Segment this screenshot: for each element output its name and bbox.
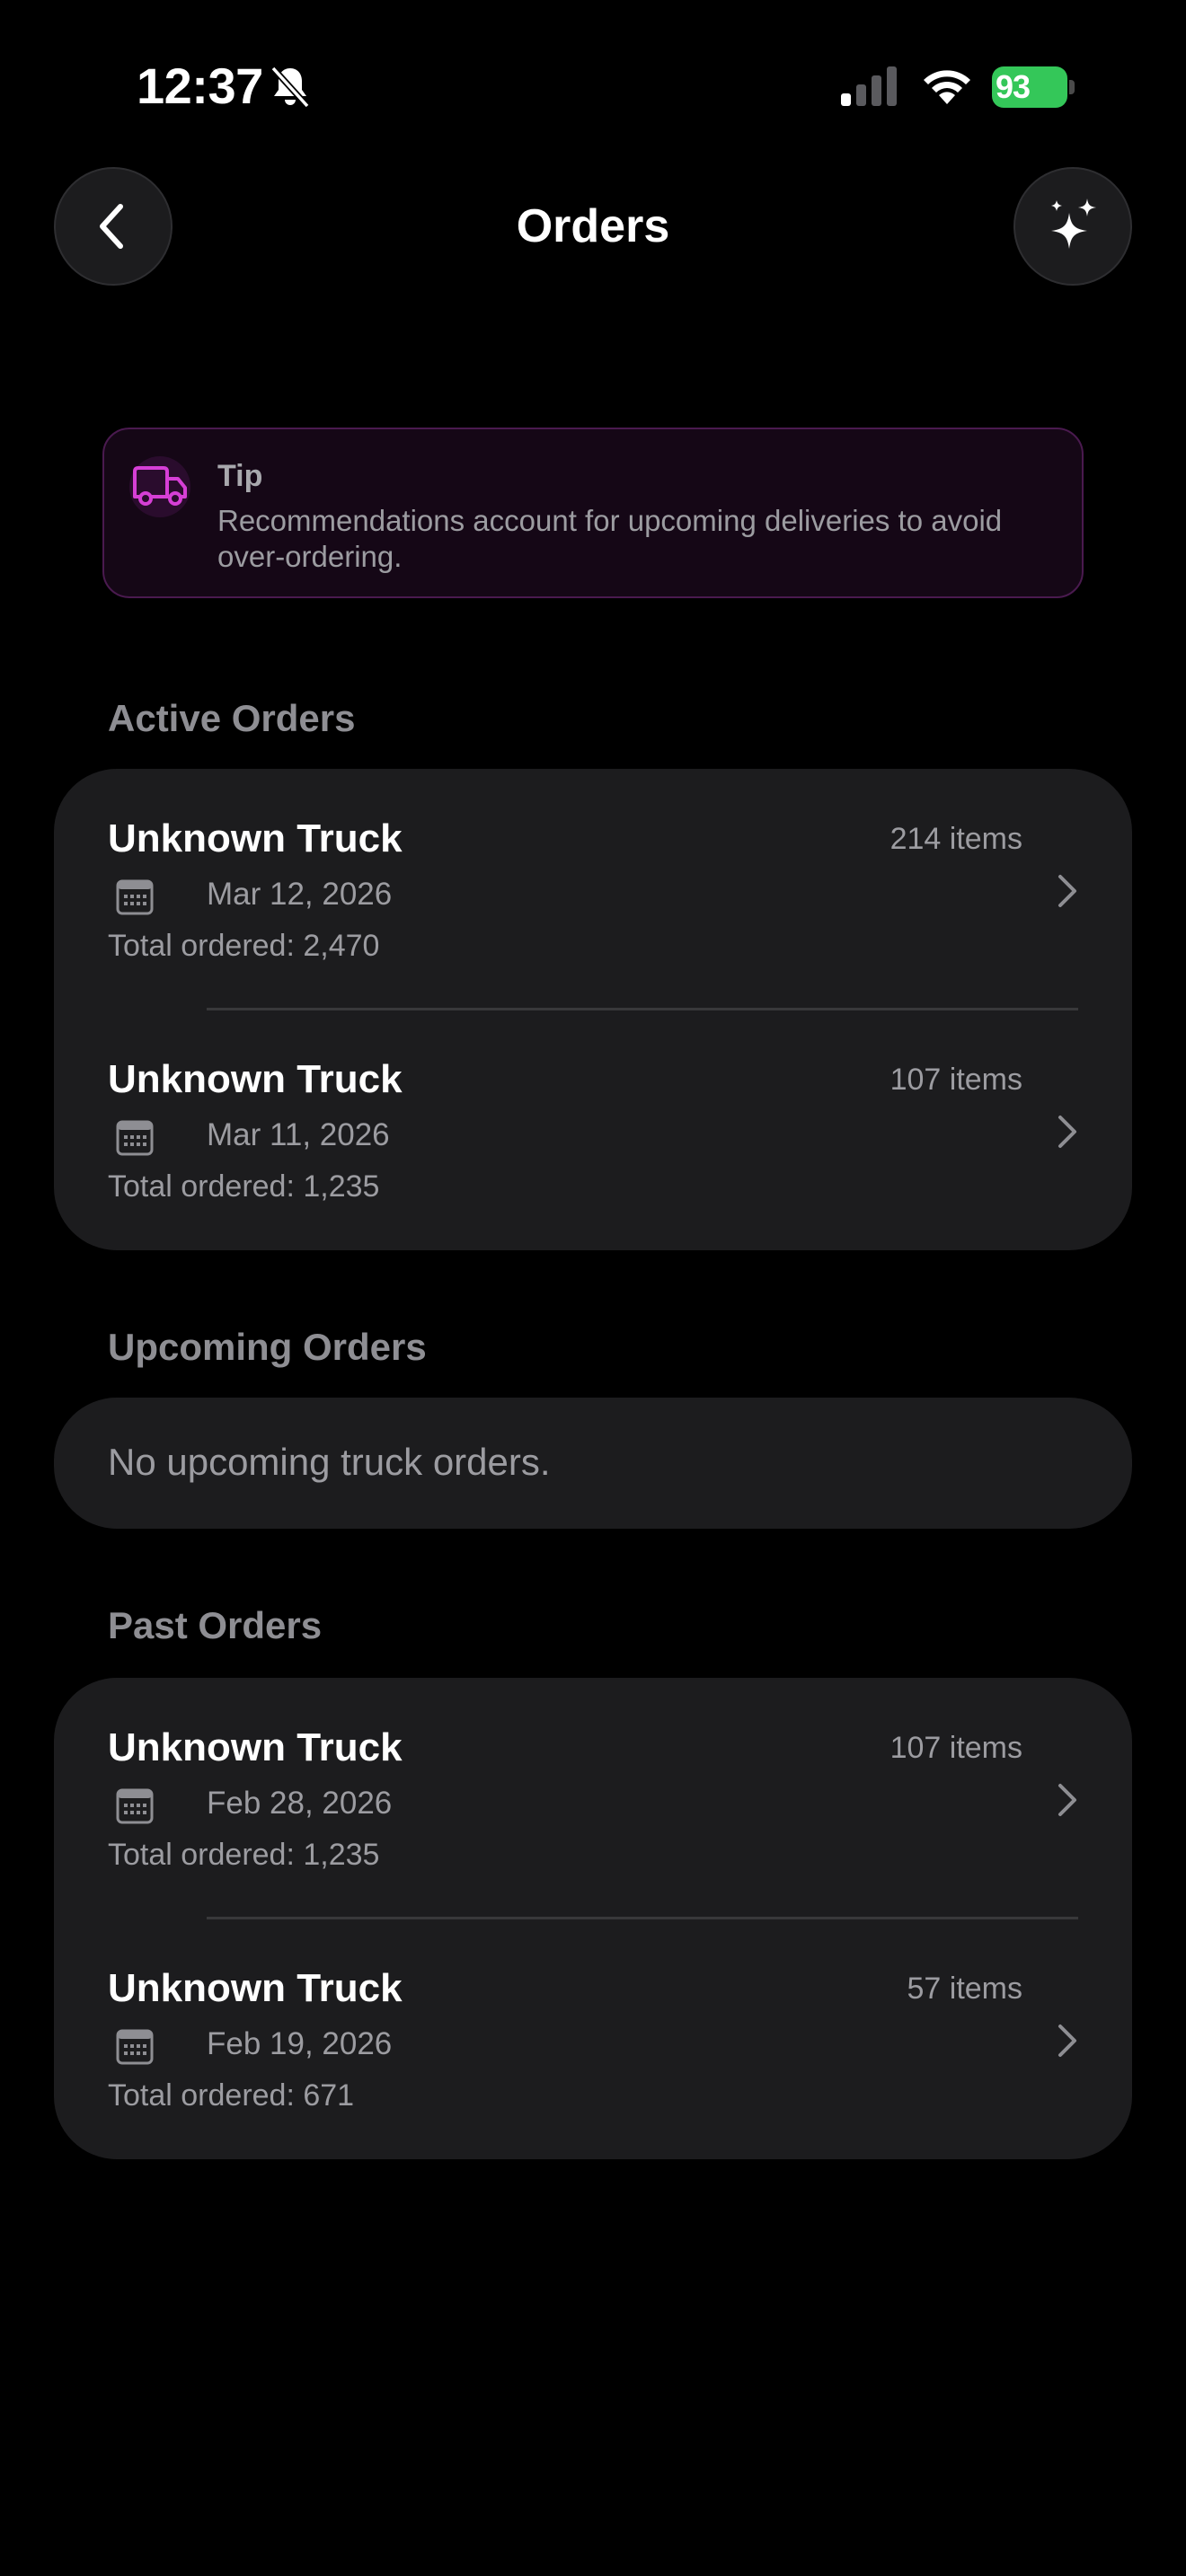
order-total: Total ordered: 1,235 xyxy=(108,1169,380,1204)
order-row[interactable]: Unknown Truck 57 items Feb 19, 2026 Tota… xyxy=(54,1919,1132,2159)
chevron-right-icon xyxy=(1058,1116,1076,1148)
order-item-count: 57 items xyxy=(907,1972,1023,2006)
order-item-count: 107 items xyxy=(890,1063,1022,1097)
order-row[interactable]: Unknown Truck 107 items Feb 28, 2026 Tot… xyxy=(54,1678,1132,1919)
chevron-right-icon xyxy=(1058,875,1076,907)
calendar-icon xyxy=(116,2029,154,2065)
section-header-upcoming: Upcoming Orders xyxy=(108,1326,427,1368)
truck-icon xyxy=(133,466,187,506)
page-title: Orders xyxy=(516,200,670,252)
chevron-right-icon xyxy=(1058,2025,1076,2057)
order-item-count: 214 items xyxy=(890,822,1022,856)
bell-slash-icon xyxy=(270,66,310,109)
active-orders-card: Unknown Truck 214 items Mar 12, 2026 Tot… xyxy=(54,769,1132,1250)
tip-title: Tip xyxy=(217,459,263,493)
section-header-past: Past Orders xyxy=(108,1604,323,1646)
upcoming-orders-card: No upcoming truck orders. xyxy=(54,1398,1132,1529)
section-header-active: Active Orders xyxy=(108,697,356,739)
tip-card: Tip Recommendations account for upcoming… xyxy=(102,428,1084,598)
order-date: Mar 12, 2026 xyxy=(207,877,393,912)
empty-state-text: No upcoming truck orders. xyxy=(108,1441,551,1483)
order-total: Total ordered: 1,235 xyxy=(108,1838,380,1872)
chevron-right-icon xyxy=(1058,1784,1076,1816)
calendar-icon xyxy=(116,879,154,915)
order-title: Unknown Truck xyxy=(108,1725,403,1769)
ai-assistant-button[interactable] xyxy=(1013,167,1132,286)
status-time: 12:37 xyxy=(137,57,263,114)
battery-level: 93 xyxy=(992,66,1067,108)
order-total: Total ordered: 671 xyxy=(108,2078,355,2113)
order-total: Total ordered: 2,470 xyxy=(108,929,380,963)
order-date: Mar 11, 2026 xyxy=(207,1117,390,1152)
cellular-signal-icon xyxy=(841,66,897,106)
sparkles-icon xyxy=(1051,198,1096,249)
calendar-icon xyxy=(116,1788,154,1824)
calendar-icon xyxy=(116,1120,154,1156)
orders-screen: 12:37 93 Orders Tip Recommendations acco… xyxy=(0,0,1186,2576)
battery-charging-icon: 93 xyxy=(992,66,1075,108)
order-date: Feb 19, 2026 xyxy=(207,2026,393,2061)
battery-cap xyxy=(1069,80,1075,94)
order-title: Unknown Truck xyxy=(108,816,403,860)
order-row[interactable]: Unknown Truck 107 items Mar 11, 2026 Tot… xyxy=(54,1010,1132,1250)
order-date: Feb 28, 2026 xyxy=(207,1786,393,1821)
order-title: Unknown Truck xyxy=(108,1057,403,1101)
past-orders-card: Unknown Truck 107 items Feb 28, 2026 Tot… xyxy=(54,1678,1132,2159)
order-title: Unknown Truck xyxy=(108,1966,403,2010)
order-row[interactable]: Unknown Truck 214 items Mar 12, 2026 Tot… xyxy=(54,769,1132,1010)
tip-icon-badge xyxy=(129,456,190,517)
order-item-count: 107 items xyxy=(890,1731,1022,1765)
tip-text: Recommendations account for upcoming del… xyxy=(217,504,1003,573)
wifi-icon xyxy=(924,70,970,104)
